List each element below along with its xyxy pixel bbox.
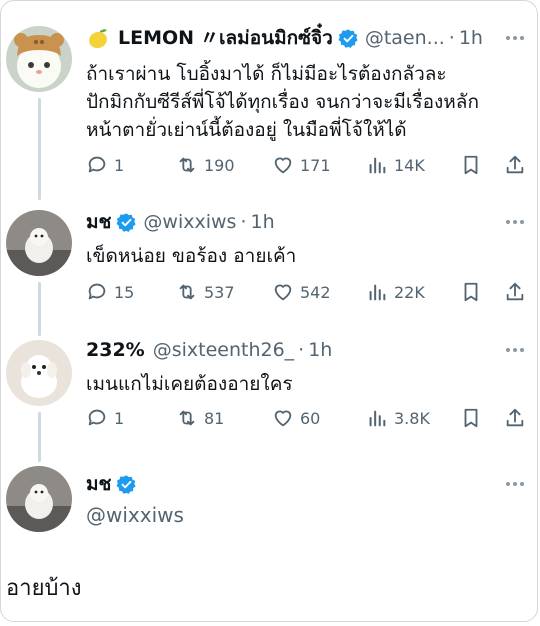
bookmark-button[interactable] — [460, 154, 488, 176]
thread-line — [38, 98, 41, 200]
like-count: 542 — [300, 282, 331, 302]
timestamp[interactable]: 1h — [308, 339, 332, 361]
separator-dot: · — [240, 211, 247, 233]
repost-count: 190 — [204, 155, 235, 175]
more-icon[interactable] — [500, 340, 530, 360]
thread-line — [38, 282, 41, 336]
reply-button[interactable]: 1 — [86, 154, 124, 176]
views-count: 3.8K — [394, 408, 430, 428]
display-name[interactable]: 232% — [86, 339, 145, 361]
reply-count: 1 — [114, 408, 125, 428]
separator-dot: · — [298, 339, 305, 361]
reply-icon — [86, 281, 114, 303]
like-icon — [272, 154, 300, 176]
verified-icon — [116, 474, 137, 495]
bookmark-icon — [460, 154, 488, 176]
avatar[interactable] — [6, 340, 72, 406]
views-button[interactable]: 3.8K — [366, 407, 430, 429]
repost-button[interactable]: 537 — [176, 281, 235, 303]
views-icon — [366, 154, 394, 176]
more-icon[interactable] — [500, 474, 530, 494]
tweet-header: มช @wixxiws · 1h — [86, 208, 275, 236]
reply-icon — [86, 154, 114, 176]
tweet-text: เข็ดหน่อย ขอร้อง อายเค้า — [86, 245, 297, 267]
share-button[interactable] — [504, 281, 532, 303]
display-name[interactable]: มช — [86, 469, 111, 499]
reply-button[interactable]: 15 — [86, 281, 134, 303]
tweet-text: ถ้าเราผ่าน โบอิ้งมาได้ ก็ไม่มีอะไรต้องกล… — [86, 63, 479, 141]
share-icon — [504, 154, 532, 176]
views-button[interactable]: 22K — [366, 281, 425, 303]
reply-icon — [86, 407, 114, 429]
tweet-header: 232% @sixteenth26_ · 1h — [86, 336, 332, 364]
display-name-suffix[interactable]: 〃เลม่อนมิกซ์จิ๋ว — [200, 23, 333, 53]
views-button[interactable]: 14K — [366, 154, 425, 176]
repost-count: 537 — [204, 282, 235, 302]
reply-text: อายบ้าง — [6, 576, 82, 601]
timestamp[interactable]: 1h — [251, 211, 275, 233]
timestamp[interactable]: 1h — [459, 27, 483, 49]
like-count: 171 — [300, 155, 331, 175]
lemon-emoji-icon — [86, 26, 110, 50]
display-name[interactable]: LEMON — [118, 27, 194, 49]
handle[interactable]: @wixxiws — [143, 211, 236, 233]
verified-icon — [338, 28, 359, 49]
views-icon — [366, 281, 394, 303]
action-bar: 1 190 171 14K — [86, 152, 526, 178]
bookmark-button[interactable] — [460, 281, 488, 303]
tweet-text: เมนแกไม่เคยต้องอายใคร — [86, 373, 293, 395]
verified-icon — [116, 212, 137, 233]
tweet-header: LEMON 〃เลม่อนมิกซ์จิ๋ว @taen... · 1h — [86, 24, 483, 52]
like-button[interactable]: 171 — [272, 154, 331, 176]
bookmark-button[interactable] — [460, 407, 488, 429]
avatar[interactable] — [6, 466, 72, 532]
avatar[interactable] — [6, 26, 72, 92]
share-button[interactable] — [504, 154, 532, 176]
repost-icon — [176, 281, 204, 303]
like-icon — [272, 407, 300, 429]
more-icon[interactable] — [500, 28, 530, 48]
like-button[interactable]: 542 — [272, 281, 331, 303]
separator-dot: · — [448, 27, 455, 49]
like-count: 60 — [300, 408, 321, 428]
share-button[interactable] — [504, 407, 532, 429]
bookmark-icon — [460, 281, 488, 303]
repost-icon — [176, 154, 204, 176]
repost-button[interactable]: 81 — [176, 407, 224, 429]
repost-count: 81 — [204, 408, 225, 428]
reply-header: มช — [86, 470, 143, 498]
bookmark-icon — [460, 407, 488, 429]
share-icon — [504, 281, 532, 303]
like-icon — [272, 281, 300, 303]
action-bar: 1 81 60 3.8K — [86, 405, 526, 431]
handle[interactable]: @wixxiws — [86, 503, 184, 527]
display-name[interactable]: มช — [86, 207, 111, 237]
views-icon — [366, 407, 394, 429]
thread-line — [38, 412, 41, 462]
views-count: 14K — [394, 155, 425, 175]
more-icon[interactable] — [500, 212, 530, 232]
share-icon — [504, 407, 532, 429]
handle[interactable]: @taen... — [365, 27, 445, 49]
reply-count: 15 — [114, 282, 135, 302]
repost-button[interactable]: 190 — [176, 154, 235, 176]
repost-icon — [176, 407, 204, 429]
avatar[interactable] — [6, 210, 72, 276]
action-bar: 15 537 542 22K — [86, 279, 526, 305]
reply-count: 1 — [114, 155, 125, 175]
like-button[interactable]: 60 — [272, 407, 320, 429]
views-count: 22K — [394, 282, 425, 302]
handle[interactable]: @sixteenth26_ — [153, 339, 294, 361]
reply-button[interactable]: 1 — [86, 407, 124, 429]
